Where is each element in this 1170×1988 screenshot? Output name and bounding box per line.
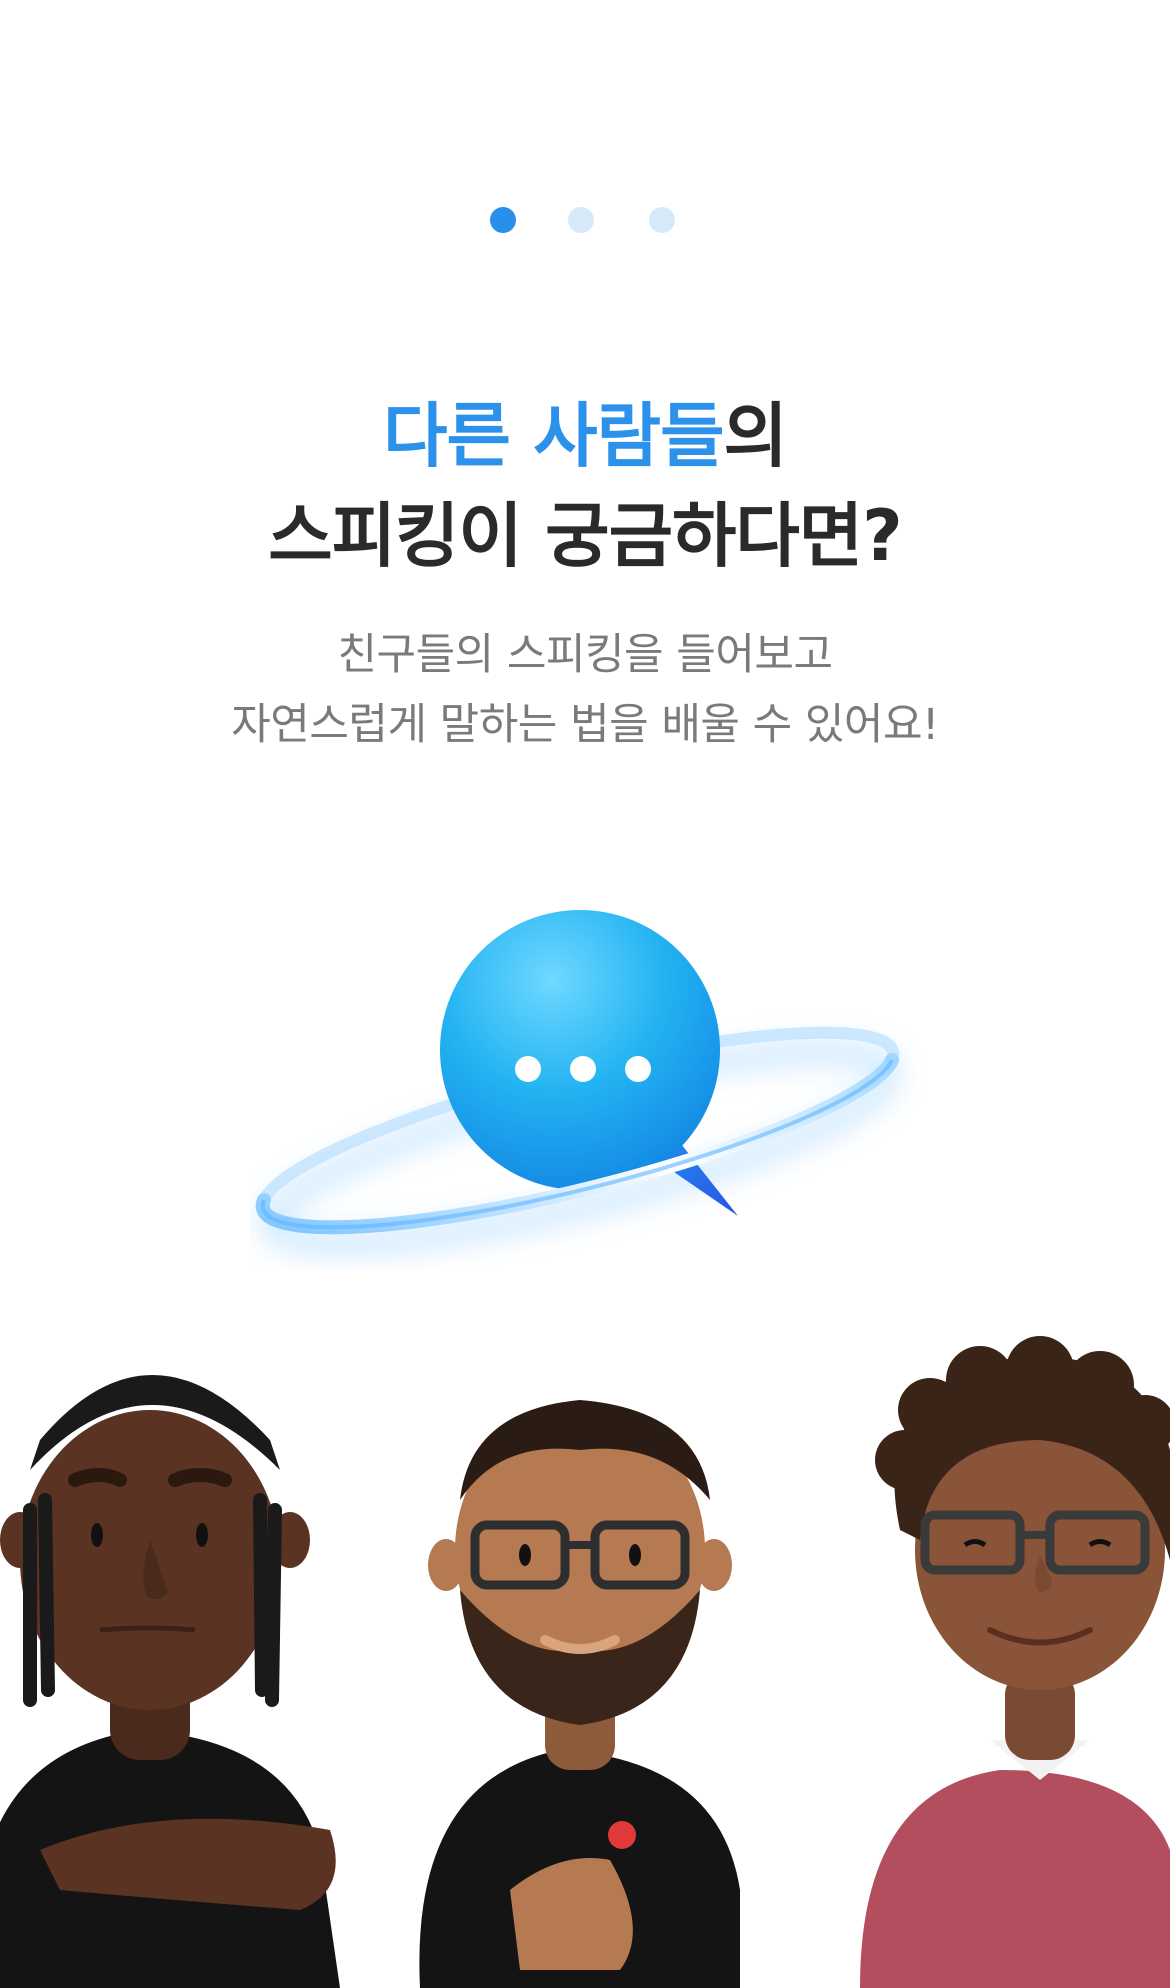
avatar-braids bbox=[0, 1375, 340, 1988]
title-accent: 다른 사람들 bbox=[383, 395, 724, 477]
avatar-curly-glasses bbox=[860, 1336, 1170, 1988]
title-rest: 의 bbox=[723, 395, 787, 477]
page-dot-3[interactable] bbox=[649, 207, 675, 233]
page-indicator bbox=[0, 207, 1170, 233]
title-line-1: 다른 사람들의 bbox=[0, 386, 1170, 486]
title-line-2: 스피킹이 궁금하다면? bbox=[268, 495, 903, 577]
onboarding-description: 친구들의 스피킹을 들어보고 자연스럽게 말하는 법을 배울 수 있어요! bbox=[0, 620, 1170, 760]
character-illustration bbox=[0, 1336, 1170, 1988]
description-line-1: 친구들의 스피킹을 들어보고 bbox=[337, 630, 833, 680]
chat-planet-icon bbox=[255, 910, 900, 1255]
description-line-2: 자연스럽게 말하는 법을 배울 수 있어요! bbox=[231, 700, 939, 750]
onboarding-title: 다른 사람들의 스피킹이 궁금하다면? bbox=[0, 386, 1170, 586]
page-dot-1[interactable] bbox=[490, 207, 516, 233]
page-dot-2[interactable] bbox=[568, 207, 594, 233]
avatar-bearded-glasses bbox=[419, 1400, 740, 1988]
